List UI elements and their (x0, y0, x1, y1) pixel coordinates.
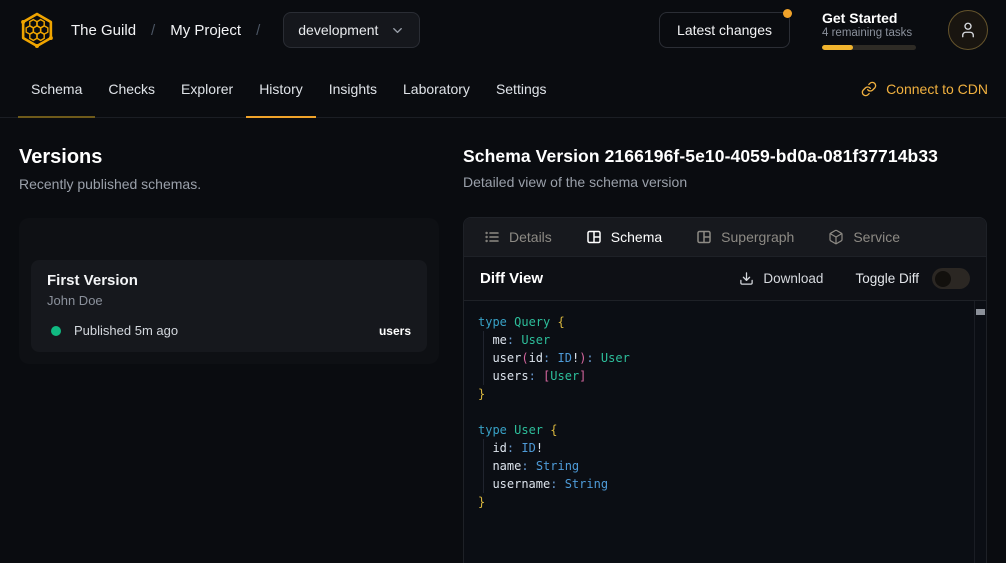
version-list-item[interactable]: First Version John Doe Published 5m ago … (31, 260, 427, 352)
detail-tab-supergraph[interactable]: Supergraph (696, 229, 794, 245)
breadcrumb: The Guild / My Project / (71, 22, 260, 39)
breadcrumb-separator: / (151, 22, 155, 39)
tab-insights[interactable]: Insights (316, 60, 390, 117)
diff-view-title: Diff View (480, 270, 543, 287)
version-name: First Version (47, 272, 411, 289)
toggle-knob (935, 271, 951, 287)
columns-icon (696, 229, 712, 245)
main-nav-tabs: Schema Checks Explorer History Insights … (18, 60, 560, 117)
versions-panel: Versions Recently published schemas. Fir… (19, 146, 439, 563)
versions-title: Versions (19, 146, 439, 169)
detail-tab-details[interactable]: Details (484, 229, 552, 245)
tab-explorer[interactable]: Explorer (168, 60, 246, 117)
chevron-down-icon (390, 23, 405, 38)
detail-tabstrip: Details Schema Sup (464, 218, 986, 256)
toggle-diff-control: Toggle Diff (855, 268, 970, 289)
version-detail-subtitle: Detailed view of the schema version (463, 174, 987, 190)
toggle-diff-label: Toggle Diff (855, 271, 919, 286)
published-status-dot (51, 326, 61, 336)
version-detail-card: Details Schema Sup (463, 217, 987, 563)
environment-select-value: development (298, 22, 378, 38)
code-scrollbar-thumb[interactable] (976, 309, 985, 315)
tab-history[interactable]: History (246, 60, 316, 117)
detail-tab-schema[interactable]: Schema (586, 229, 662, 245)
version-detail-panel: Schema Version 2166196f-5e10-4059-bd0a-0… (463, 146, 987, 563)
latest-changes-button[interactable]: Latest changes (659, 12, 790, 48)
environment-select[interactable]: development (283, 12, 420, 48)
toggle-diff-switch[interactable] (932, 268, 970, 289)
user-icon (959, 21, 977, 39)
versions-subtitle: Recently published schemas. (19, 176, 439, 192)
code-scrollbar[interactable] (974, 301, 986, 563)
diff-view-header: Diff View Download Toggle Diff (464, 256, 986, 301)
brand-area: The Guild / My Project / development (18, 11, 420, 49)
topbar-right: Latest changes Get Started 4 remaining t… (659, 10, 988, 50)
detail-tab-label: Service (853, 229, 900, 245)
detail-tab-label: Schema (611, 229, 662, 245)
download-label: Download (763, 271, 823, 286)
list-icon (484, 229, 500, 245)
tab-checks[interactable]: Checks (95, 60, 168, 117)
get-started-title: Get Started (822, 10, 916, 26)
link-icon (861, 81, 877, 97)
hive-logo-icon[interactable] (18, 11, 56, 49)
detail-tab-service[interactable]: Service (828, 229, 900, 245)
diff-view-actions: Download Toggle Diff (739, 268, 970, 289)
version-meta-row: Published 5m ago users (47, 323, 411, 338)
latest-changes-label: Latest changes (677, 22, 772, 38)
get-started-subtitle: 4 remaining tasks (822, 27, 916, 39)
breadcrumb-org[interactable]: The Guild (71, 22, 136, 39)
service-badge: users (379, 324, 411, 338)
user-avatar[interactable] (948, 10, 988, 50)
version-author: John Doe (47, 293, 411, 308)
version-status: Published 5m ago (74, 323, 178, 338)
breadcrumb-project[interactable]: My Project (170, 22, 241, 39)
main-content: Versions Recently published schemas. Fir… (0, 146, 1006, 563)
version-detail-title: Schema Version 2166196f-5e10-4059-bd0a-0… (463, 146, 987, 167)
box-icon (828, 229, 844, 245)
detail-tab-label: Details (509, 229, 552, 245)
connect-to-cdn-label: Connect to CDN (886, 81, 988, 97)
get-started-progress-track (822, 45, 916, 50)
columns-icon (586, 229, 602, 245)
download-button[interactable]: Download (739, 271, 823, 286)
get-started-progress-fill (822, 45, 853, 50)
main-nav: Schema Checks Explorer History Insights … (0, 60, 1006, 118)
schema-code-viewer[interactable]: type Query {me: Useruser(id: ID!): Useru… (464, 301, 986, 563)
tab-settings[interactable]: Settings (483, 60, 560, 117)
schema-code: type Query {me: Useruser(id: ID!): Useru… (478, 313, 972, 511)
get-started-widget[interactable]: Get Started 4 remaining tasks (822, 10, 916, 50)
tab-laboratory[interactable]: Laboratory (390, 60, 483, 117)
versions-list-card: First Version John Doe Published 5m ago … (19, 218, 439, 364)
breadcrumb-separator-2: / (256, 22, 260, 39)
top-bar: The Guild / My Project / development Lat… (0, 0, 1006, 60)
detail-tab-label: Supergraph (721, 229, 794, 245)
notification-dot (783, 9, 792, 18)
tab-schema[interactable]: Schema (18, 60, 95, 117)
connect-to-cdn-link[interactable]: Connect to CDN (861, 60, 988, 117)
download-icon (739, 271, 754, 286)
